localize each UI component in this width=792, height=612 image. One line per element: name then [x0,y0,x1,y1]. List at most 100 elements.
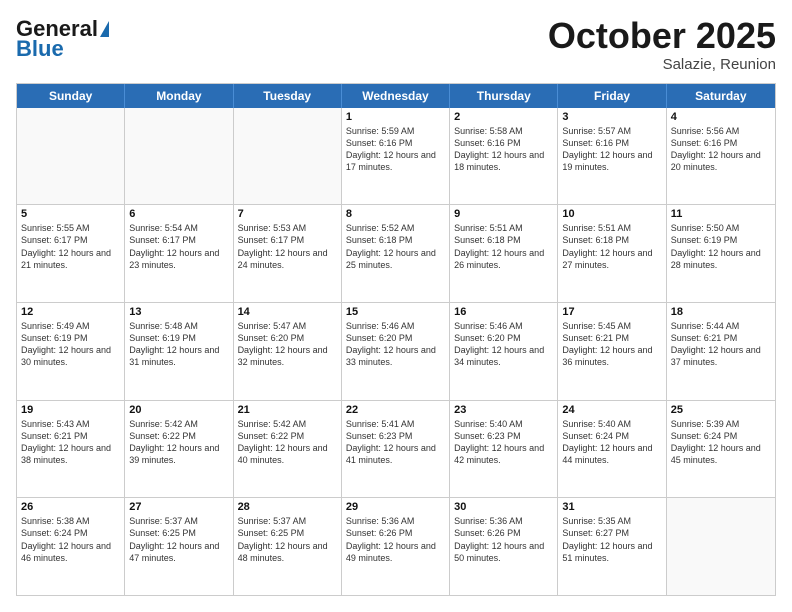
calendar-day-19: 19 Sunrise: 5:43 AM Sunset: 6:21 PM Dayli… [17,401,125,498]
calendar-day-4: 4 Sunrise: 5:56 AM Sunset: 6:16 PM Daylig… [667,108,775,205]
calendar-day-8: 8Sunrise: 5:52 AM Sunset: 6:18 PM Daylig… [342,205,450,302]
day-number: 11 [671,208,771,220]
day-number: 6 [129,208,228,220]
day-info: Sunrise: 5:42 AM Sunset: 6:22 PM Dayligh… [129,418,228,467]
calendar-day-20: 20 Sunrise: 5:42 AM Sunset: 6:22 PM Dayli… [125,401,233,498]
day-number: 28 [238,501,337,513]
calendar-day-3: 3Sunrise: 5:57 AM Sunset: 6:16 PM Daylig… [558,108,666,205]
calendar-day-27: 27 Sunrise: 5:37 AM Sunset: 6:25 PM Dayli… [125,498,233,595]
calendar-day-22: 22 Sunrise: 5:41 AM Sunset: 6:23 PM Dayli… [342,401,450,498]
calendar-day-13: 13 Sunrise: 5:48 AM Sunset: 6:19 PM Dayli… [125,303,233,400]
day-info: Sunrise: 5:41 AM Sunset: 6:23 PM Dayligh… [346,418,445,467]
day-number: 20 [129,404,228,416]
calendar-empty-cell [234,108,342,205]
day-info: Sunrise: 5:54 AM Sunset: 6:17 PM Dayligh… [129,222,228,271]
day-number: 13 [129,306,228,318]
calendar-day-16: 16Sunrise: 5:46 AM Sunset: 6:20 PM Dayli… [450,303,558,400]
header: General Blue October 2025 Salazie, Reuni… [16,16,776,73]
day-info: Sunrise: 5:37 AM Sunset: 6:25 PM Dayligh… [238,515,337,564]
header-day-tuesday: Tuesday [234,84,342,108]
day-number: 29 [346,501,445,513]
calendar-day-10: 10 Sunrise: 5:51 AM Sunset: 6:18 PM Dayli… [558,205,666,302]
day-info: Sunrise: 5:58 AM Sunset: 6:16 PM Dayligh… [454,125,553,174]
day-info: Sunrise: 5:42 AM Sunset: 6:22 PM Dayligh… [238,418,337,467]
day-number: 23 [454,404,553,416]
header-day-sunday: Sunday [17,84,125,108]
day-info: Sunrise: 5:51 AM Sunset: 6:18 PM Dayligh… [454,222,553,271]
day-number: 15 [346,306,445,318]
day-number: 16 [454,306,553,318]
day-number: 2 [454,111,553,123]
day-number: 25 [671,404,771,416]
day-number: 7 [238,208,337,220]
calendar-day-7: 7 Sunrise: 5:53 AM Sunset: 6:17 PM Daylig… [234,205,342,302]
day-info: Sunrise: 5:49 AM Sunset: 6:19 PM Dayligh… [21,320,120,369]
calendar-location: Salazie, Reunion [548,56,776,73]
header-day-thursday: Thursday [450,84,558,108]
header-day-wednesday: Wednesday [342,84,450,108]
day-info: Sunrise: 5:48 AM Sunset: 6:19 PM Dayligh… [129,320,228,369]
calendar-day-11: 11Sunrise: 5:50 AM Sunset: 6:19 PM Dayli… [667,205,775,302]
logo-blue: Blue [16,36,64,62]
calendar-empty-cell [667,498,775,595]
day-info: Sunrise: 5:56 AM Sunset: 6:16 PM Dayligh… [671,125,771,174]
calendar-day-6: 6 Sunrise: 5:54 AM Sunset: 6:17 PM Daylig… [125,205,233,302]
day-number: 22 [346,404,445,416]
header-day-monday: Monday [125,84,233,108]
day-info: Sunrise: 5:43 AM Sunset: 6:21 PM Dayligh… [21,418,120,467]
calendar-day-24: 24 Sunrise: 5:40 AM Sunset: 6:24 PM Dayli… [558,401,666,498]
day-info: Sunrise: 5:40 AM Sunset: 6:23 PM Dayligh… [454,418,553,467]
day-number: 27 [129,501,228,513]
calendar-day-2: 2 Sunrise: 5:58 AM Sunset: 6:16 PM Daylig… [450,108,558,205]
day-info: Sunrise: 5:53 AM Sunset: 6:17 PM Dayligh… [238,222,337,271]
calendar-day-18: 18Sunrise: 5:44 AM Sunset: 6:21 PM Dayli… [667,303,775,400]
calendar-day-15: 15Sunrise: 5:46 AM Sunset: 6:20 PM Dayli… [342,303,450,400]
day-info: Sunrise: 5:36 AM Sunset: 6:26 PM Dayligh… [454,515,553,564]
calendar-day-14: 14Sunrise: 5:47 AM Sunset: 6:20 PM Dayli… [234,303,342,400]
page: General Blue October 2025 Salazie, Reuni… [0,0,792,612]
day-info: Sunrise: 5:47 AM Sunset: 6:20 PM Dayligh… [238,320,337,369]
day-number: 3 [562,111,661,123]
day-info: Sunrise: 5:36 AM Sunset: 6:26 PM Dayligh… [346,515,445,564]
calendar-day-29: 29 Sunrise: 5:36 AM Sunset: 6:26 PM Dayli… [342,498,450,595]
day-number: 9 [454,208,553,220]
calendar-empty-cell [17,108,125,205]
day-number: 18 [671,306,771,318]
day-number: 8 [346,208,445,220]
calendar-day-28: 28 Sunrise: 5:37 AM Sunset: 6:25 PM Dayli… [234,498,342,595]
day-number: 10 [562,208,661,220]
day-info: Sunrise: 5:39 AM Sunset: 6:24 PM Dayligh… [671,418,771,467]
calendar-day-17: 17 Sunrise: 5:45 AM Sunset: 6:21 PM Dayli… [558,303,666,400]
calendar-week-3: 12Sunrise: 5:49 AM Sunset: 6:19 PM Dayli… [17,302,775,400]
day-info: Sunrise: 5:59 AM Sunset: 6:16 PM Dayligh… [346,125,445,174]
header-day-friday: Friday [558,84,666,108]
calendar-day-21: 21Sunrise: 5:42 AM Sunset: 6:22 PM Dayli… [234,401,342,498]
day-number: 5 [21,208,120,220]
calendar-day-23: 23 Sunrise: 5:40 AM Sunset: 6:23 PM Dayli… [450,401,558,498]
calendar-day-26: 26Sunrise: 5:38 AM Sunset: 6:24 PM Dayli… [17,498,125,595]
calendar-empty-cell [125,108,233,205]
day-info: Sunrise: 5:45 AM Sunset: 6:21 PM Dayligh… [562,320,661,369]
day-number: 17 [562,306,661,318]
calendar-week-1: 1 Sunrise: 5:59 AM Sunset: 6:16 PM Daylig… [17,108,775,205]
day-number: 19 [21,404,120,416]
day-info: Sunrise: 5:51 AM Sunset: 6:18 PM Dayligh… [562,222,661,271]
header-day-saturday: Saturday [667,84,775,108]
logo: General Blue [16,16,109,62]
calendar: SundayMondayTuesdayWednesdayThursdayFrid… [16,83,776,596]
calendar-day-31: 31Sunrise: 5:35 AM Sunset: 6:27 PM Dayli… [558,498,666,595]
logo-triangle-icon [100,21,109,37]
day-number: 1 [346,111,445,123]
day-info: Sunrise: 5:35 AM Sunset: 6:27 PM Dayligh… [562,515,661,564]
calendar-week-4: 19 Sunrise: 5:43 AM Sunset: 6:21 PM Dayli… [17,400,775,498]
day-number: 26 [21,501,120,513]
day-number: 4 [671,111,771,123]
calendar-day-9: 9 Sunrise: 5:51 AM Sunset: 6:18 PM Daylig… [450,205,558,302]
calendar-header-row: SundayMondayTuesdayWednesdayThursdayFrid… [17,84,775,108]
calendar-day-1: 1 Sunrise: 5:59 AM Sunset: 6:16 PM Daylig… [342,108,450,205]
day-info: Sunrise: 5:37 AM Sunset: 6:25 PM Dayligh… [129,515,228,564]
calendar-day-12: 12Sunrise: 5:49 AM Sunset: 6:19 PM Dayli… [17,303,125,400]
day-number: 24 [562,404,661,416]
day-info: Sunrise: 5:40 AM Sunset: 6:24 PM Dayligh… [562,418,661,467]
calendar-week-5: 26Sunrise: 5:38 AM Sunset: 6:24 PM Dayli… [17,497,775,595]
